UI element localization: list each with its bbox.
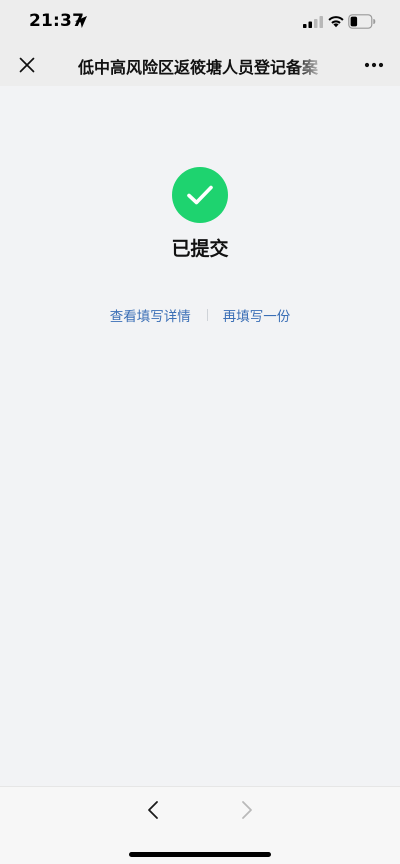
back-button[interactable] <box>140 797 166 823</box>
more-button[interactable] <box>360 52 388 78</box>
refill-link[interactable]: 再填写一份 <box>223 305 291 325</box>
page-title: 低中高风险区返筱塘人员登记备案 <box>78 58 319 77</box>
screen: 21:37 低中高风险区返筱塘人员登记备案 已提交 查看填写详情 再填写一份 <box>0 0 400 864</box>
chevron-right-icon <box>242 801 252 819</box>
status-bar: 21:37 <box>0 0 400 44</box>
action-divider <box>206 309 208 321</box>
home-indicator <box>129 852 271 857</box>
result-actions: 查看填写详情 再填写一份 <box>0 305 400 325</box>
success-badge <box>172 167 228 223</box>
bottom-toolbar <box>0 786 400 864</box>
location-arrow-icon <box>75 16 87 28</box>
close-icon <box>19 57 35 73</box>
success-title: 已提交 <box>171 238 229 260</box>
chevron-left-icon <box>148 801 158 819</box>
check-circle-icon <box>187 185 213 205</box>
wifi-icon <box>328 16 344 28</box>
nav-bar: 低中高风险区返筱塘人员登记备案 <box>0 44 400 86</box>
more-dots-icon <box>364 62 384 68</box>
cellular-signal-icon <box>303 16 323 28</box>
close-button[interactable] <box>14 52 40 78</box>
view-details-link[interactable]: 查看填写详情 <box>110 305 191 325</box>
battery-icon <box>348 14 376 29</box>
forward-button[interactable] <box>234 797 260 823</box>
